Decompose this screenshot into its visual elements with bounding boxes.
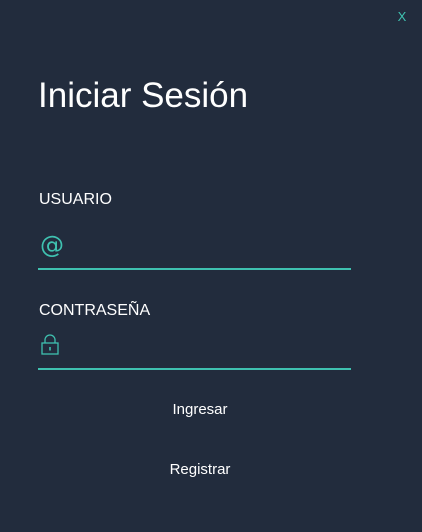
page-title: Iniciar Sesión (38, 76, 249, 115)
lock-icon (40, 334, 64, 360)
close-button[interactable]: X (395, 9, 409, 25)
username-input[interactable] (70, 234, 348, 266)
at-icon: @ (40, 231, 64, 259)
login-button[interactable]: Ingresar (150, 397, 250, 423)
password-field-container (38, 334, 351, 370)
register-button[interactable]: Registrar (150, 457, 250, 483)
username-label: USUARIO (39, 191, 112, 208)
password-label: CONTRASEÑA (39, 302, 151, 319)
username-field-container: @ (38, 231, 351, 270)
password-input[interactable] (70, 334, 348, 366)
